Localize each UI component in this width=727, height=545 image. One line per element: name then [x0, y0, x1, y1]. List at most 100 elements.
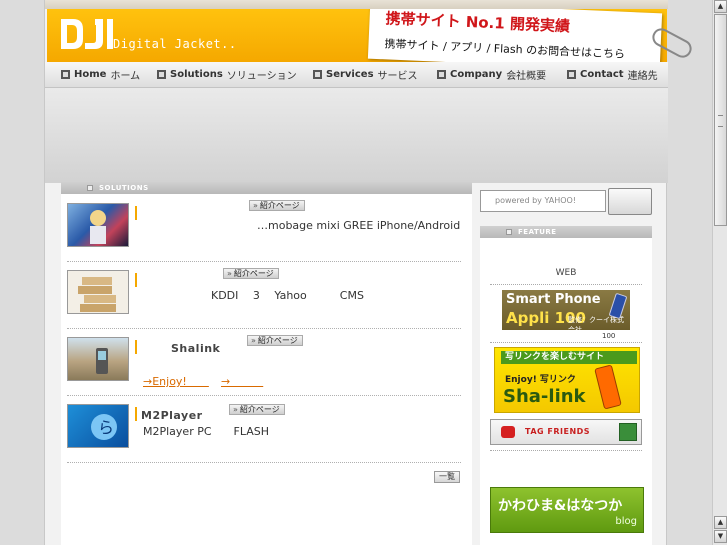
- anime-character-icon: [90, 210, 106, 244]
- logo-text: Digital Jacket..: [113, 37, 237, 51]
- search-input[interactable]: powered by YAHOO!: [480, 190, 606, 212]
- shalink-banner-logo: Sha-link: [503, 386, 586, 407]
- solution-item: ら M2Player » 紹介ページ M2Player PC FLASH: [67, 397, 461, 463]
- scroll-down-icon[interactable]: ▼: [714, 530, 727, 543]
- feature-heading: FEATURE: [480, 226, 652, 238]
- main-nav: Home ホーム Solutions ソリューション Services サービス…: [45, 62, 668, 88]
- intro-page-button[interactable]: » 紹介ページ: [247, 335, 303, 346]
- kawahima-title: かわひま&はなつか: [498, 498, 623, 514]
- intro-page-button[interactable]: » 紹介ページ: [229, 404, 285, 415]
- solution-title: Shalink: [171, 342, 221, 355]
- solution-description: KDDI 3 Yahoo CMS: [211, 289, 364, 302]
- divider: [490, 450, 642, 451]
- scroll-up-icon[interactable]: ▲: [714, 0, 727, 13]
- contact-banner[interactable]: 携帯サイト No.1 開発実績 携帯サイト / アプリ / Flash のお問合…: [367, 9, 663, 62]
- title-accent: [135, 206, 137, 220]
- top-strip: [45, 0, 668, 9]
- kawahima-blog-banner[interactable]: かわひま&はなつか blog: [490, 487, 644, 533]
- nav-home-jp: ホーム: [110, 70, 141, 82]
- tag-friends-banner[interactable]: TAG FRIENDS: [490, 419, 642, 445]
- nav-home[interactable]: Home ホーム: [61, 66, 140, 82]
- solution-item: » 紹介ページ KDDI 3 Yahoo CMS: [67, 263, 461, 329]
- shalink-thumbnail[interactable]: [67, 337, 129, 381]
- title-accent: [135, 340, 137, 354]
- heading-bullet-icon: [506, 229, 512, 235]
- phone-icon: [594, 364, 622, 410]
- tag-friends-label: TAG FRIENDS: [525, 427, 591, 436]
- site-header: Digital Jacket.. 携帯サイト No.1 開発実績 携帯サイト /…: [47, 9, 667, 62]
- nav-company-label: Company: [450, 68, 503, 80]
- intro-page-button[interactable]: » 紹介ページ: [223, 268, 279, 279]
- double-chevron-icon: »: [233, 405, 238, 414]
- nav-services[interactable]: Services サービス: [313, 66, 418, 82]
- gift-icon: [619, 423, 637, 441]
- page-container: Digital Jacket.. 携帯サイト No.1 開発実績 携帯サイト /…: [44, 0, 695, 545]
- dj-logo-icon[interactable]: [59, 17, 115, 51]
- search-button[interactable]: [608, 188, 652, 215]
- solutions-heading-label: SOLUTIONS: [99, 184, 149, 192]
- feature-heading-label: FEATURE: [518, 228, 557, 236]
- solution-description: …mobage mixi GREE iPhone/Android: [257, 219, 461, 232]
- solution-title: M2Player: [141, 409, 203, 422]
- heading-bullet-icon: [87, 185, 93, 191]
- enjoy-link[interactable]: →Enjoy!: [143, 373, 209, 389]
- nav-bullet-icon: [437, 69, 446, 79]
- double-chevron-icon: »: [251, 336, 256, 345]
- tag-logo-icon: [501, 426, 515, 438]
- scroll-thumb[interactable]: [714, 14, 727, 226]
- nav-contact-label: Contact: [580, 68, 624, 80]
- sp-caption: 100: [602, 332, 616, 340]
- hero-band: [45, 88, 668, 183]
- nav-contact[interactable]: Contact 連絡先: [567, 66, 658, 82]
- intro-page-label: 紹介ページ: [257, 336, 298, 345]
- nav-services-jp: サービス: [377, 70, 418, 82]
- shalink-banner[interactable]: 写リンクを楽しむサイト Enjoy! 写リンク Sha-link: [494, 347, 640, 413]
- list-button[interactable]: 一覧: [434, 471, 460, 483]
- title-accent: [135, 407, 137, 421]
- banner-headline: 携帯サイト No.1 開発実績: [385, 9, 571, 36]
- intro-page-label: 紹介ページ: [239, 405, 280, 414]
- title-accent: [135, 273, 137, 287]
- anime-thumbnail[interactable]: [67, 203, 129, 247]
- solution-description: M2Player PC FLASH: [143, 425, 270, 438]
- solution-item: Shalink » 紹介ページ →Enjoy! →: [67, 330, 461, 396]
- feature-panel: FEATURE WEB Smart Phone Appli 100 監修：クーイ…: [480, 226, 652, 545]
- nav-solutions[interactable]: Solutions ソリューション: [157, 66, 297, 82]
- shalink-banner-enjoy: Enjoy! 写リンク: [505, 375, 576, 385]
- nav-home-label: Home: [74, 68, 107, 80]
- blocks-thumbnail[interactable]: [67, 270, 129, 314]
- smartphone-appli-banner[interactable]: Smart Phone Appli 100 監修：クーイ株式会社: [502, 290, 630, 330]
- nav-bullet-icon: [61, 69, 70, 79]
- intro-page-label: 紹介ページ: [259, 201, 300, 210]
- m2player-thumbnail[interactable]: ら: [67, 404, 129, 448]
- solutions-panel: SOLUTIONS » 紹介ページ …mobage mixi GREE iPho…: [61, 182, 472, 545]
- divider: [490, 342, 642, 343]
- svg-text:ら: ら: [98, 418, 114, 437]
- intro-page-button[interactable]: » 紹介ページ: [249, 200, 305, 211]
- m2player-logo-icon: ら: [91, 414, 117, 440]
- web-label: WEB: [555, 268, 577, 278]
- nav-bullet-icon: [567, 69, 576, 79]
- double-chevron-icon: »: [253, 201, 258, 210]
- intro-page-label: 紹介ページ: [233, 269, 274, 278]
- nav-solutions-label: Solutions: [170, 68, 223, 80]
- double-chevron-icon: »: [227, 269, 232, 278]
- nav-services-label: Services: [326, 68, 374, 80]
- sp-supervisor: 監修：クーイ株式会社: [568, 316, 624, 330]
- banner-subline: 携帯サイト / アプリ / Flash のお問合せはこちら: [384, 37, 626, 61]
- wood-blocks-icon: [78, 277, 116, 312]
- nav-contact-jp: 連絡先: [627, 70, 658, 82]
- nav-company[interactable]: Company 会社概要: [437, 66, 546, 82]
- nav-bullet-icon: [157, 69, 166, 79]
- grip-icon: [718, 115, 723, 127]
- sp-title: Smart Phone: [506, 292, 601, 307]
- nav-bullet-icon: [313, 69, 322, 79]
- phone-photo-icon: [96, 348, 108, 374]
- vertical-scrollbar[interactable]: ▲ ▲ ▼: [712, 0, 727, 545]
- kawahima-blog-label: blog: [615, 516, 637, 527]
- scroll-up-icon[interactable]: ▲: [714, 516, 727, 529]
- divider: [490, 284, 642, 285]
- nav-company-jp: 会社概要: [506, 70, 547, 82]
- solutions-heading: SOLUTIONS: [61, 182, 472, 194]
- secondary-link[interactable]: →: [221, 373, 263, 389]
